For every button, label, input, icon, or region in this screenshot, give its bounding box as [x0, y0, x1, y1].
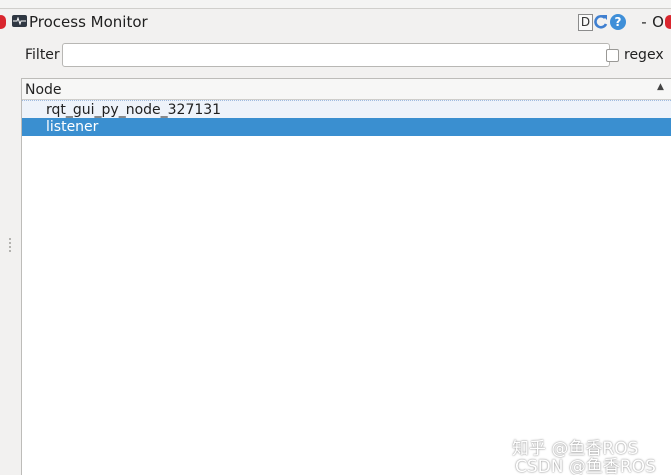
top-border — [0, 0, 671, 9]
close-indicator-left[interactable] — [0, 15, 6, 29]
regex-label: regex — [624, 47, 664, 63]
sort-ascending-icon: ▲ — [657, 82, 664, 92]
reload-button[interactable] — [594, 14, 608, 30]
splitter-handle[interactable] — [9, 238, 11, 254]
window-title: Process Monitor — [29, 13, 148, 31]
watermark-line-2: CSDN @鱼香ROS — [515, 457, 656, 475]
monitor-pulse-icon — [12, 15, 27, 27]
tree-row[interactable]: rqt_gui_py_node_327131 — [22, 100, 671, 118]
plugin-title-bar: Process Monitor D ? - O — [12, 12, 667, 34]
regex-checkbox[interactable] — [606, 49, 619, 62]
help-button[interactable]: ? — [610, 14, 626, 30]
tree-row-label: rqt_gui_py_node_327131 — [46, 102, 222, 118]
float-button[interactable]: O — [652, 13, 664, 31]
filter-label: Filter — [25, 47, 60, 63]
column-header-label: Node — [25, 82, 62, 98]
reload-icon — [594, 15, 608, 29]
minimize-button[interactable]: - — [639, 13, 649, 31]
column-header-node[interactable]: Node ▲ — [22, 79, 671, 100]
tree-row-selected[interactable]: listener — [22, 118, 671, 136]
node-tree[interactable]: Node ▲ rqt_gui_py_node_327131 listener — [21, 78, 671, 475]
filter-input[interactable] — [62, 43, 610, 67]
dock-button[interactable]: D — [578, 14, 593, 31]
tree-row-label: listener — [46, 119, 99, 135]
rqt-window: Process Monitor D ? - O Filter regex Nod… — [0, 0, 671, 475]
